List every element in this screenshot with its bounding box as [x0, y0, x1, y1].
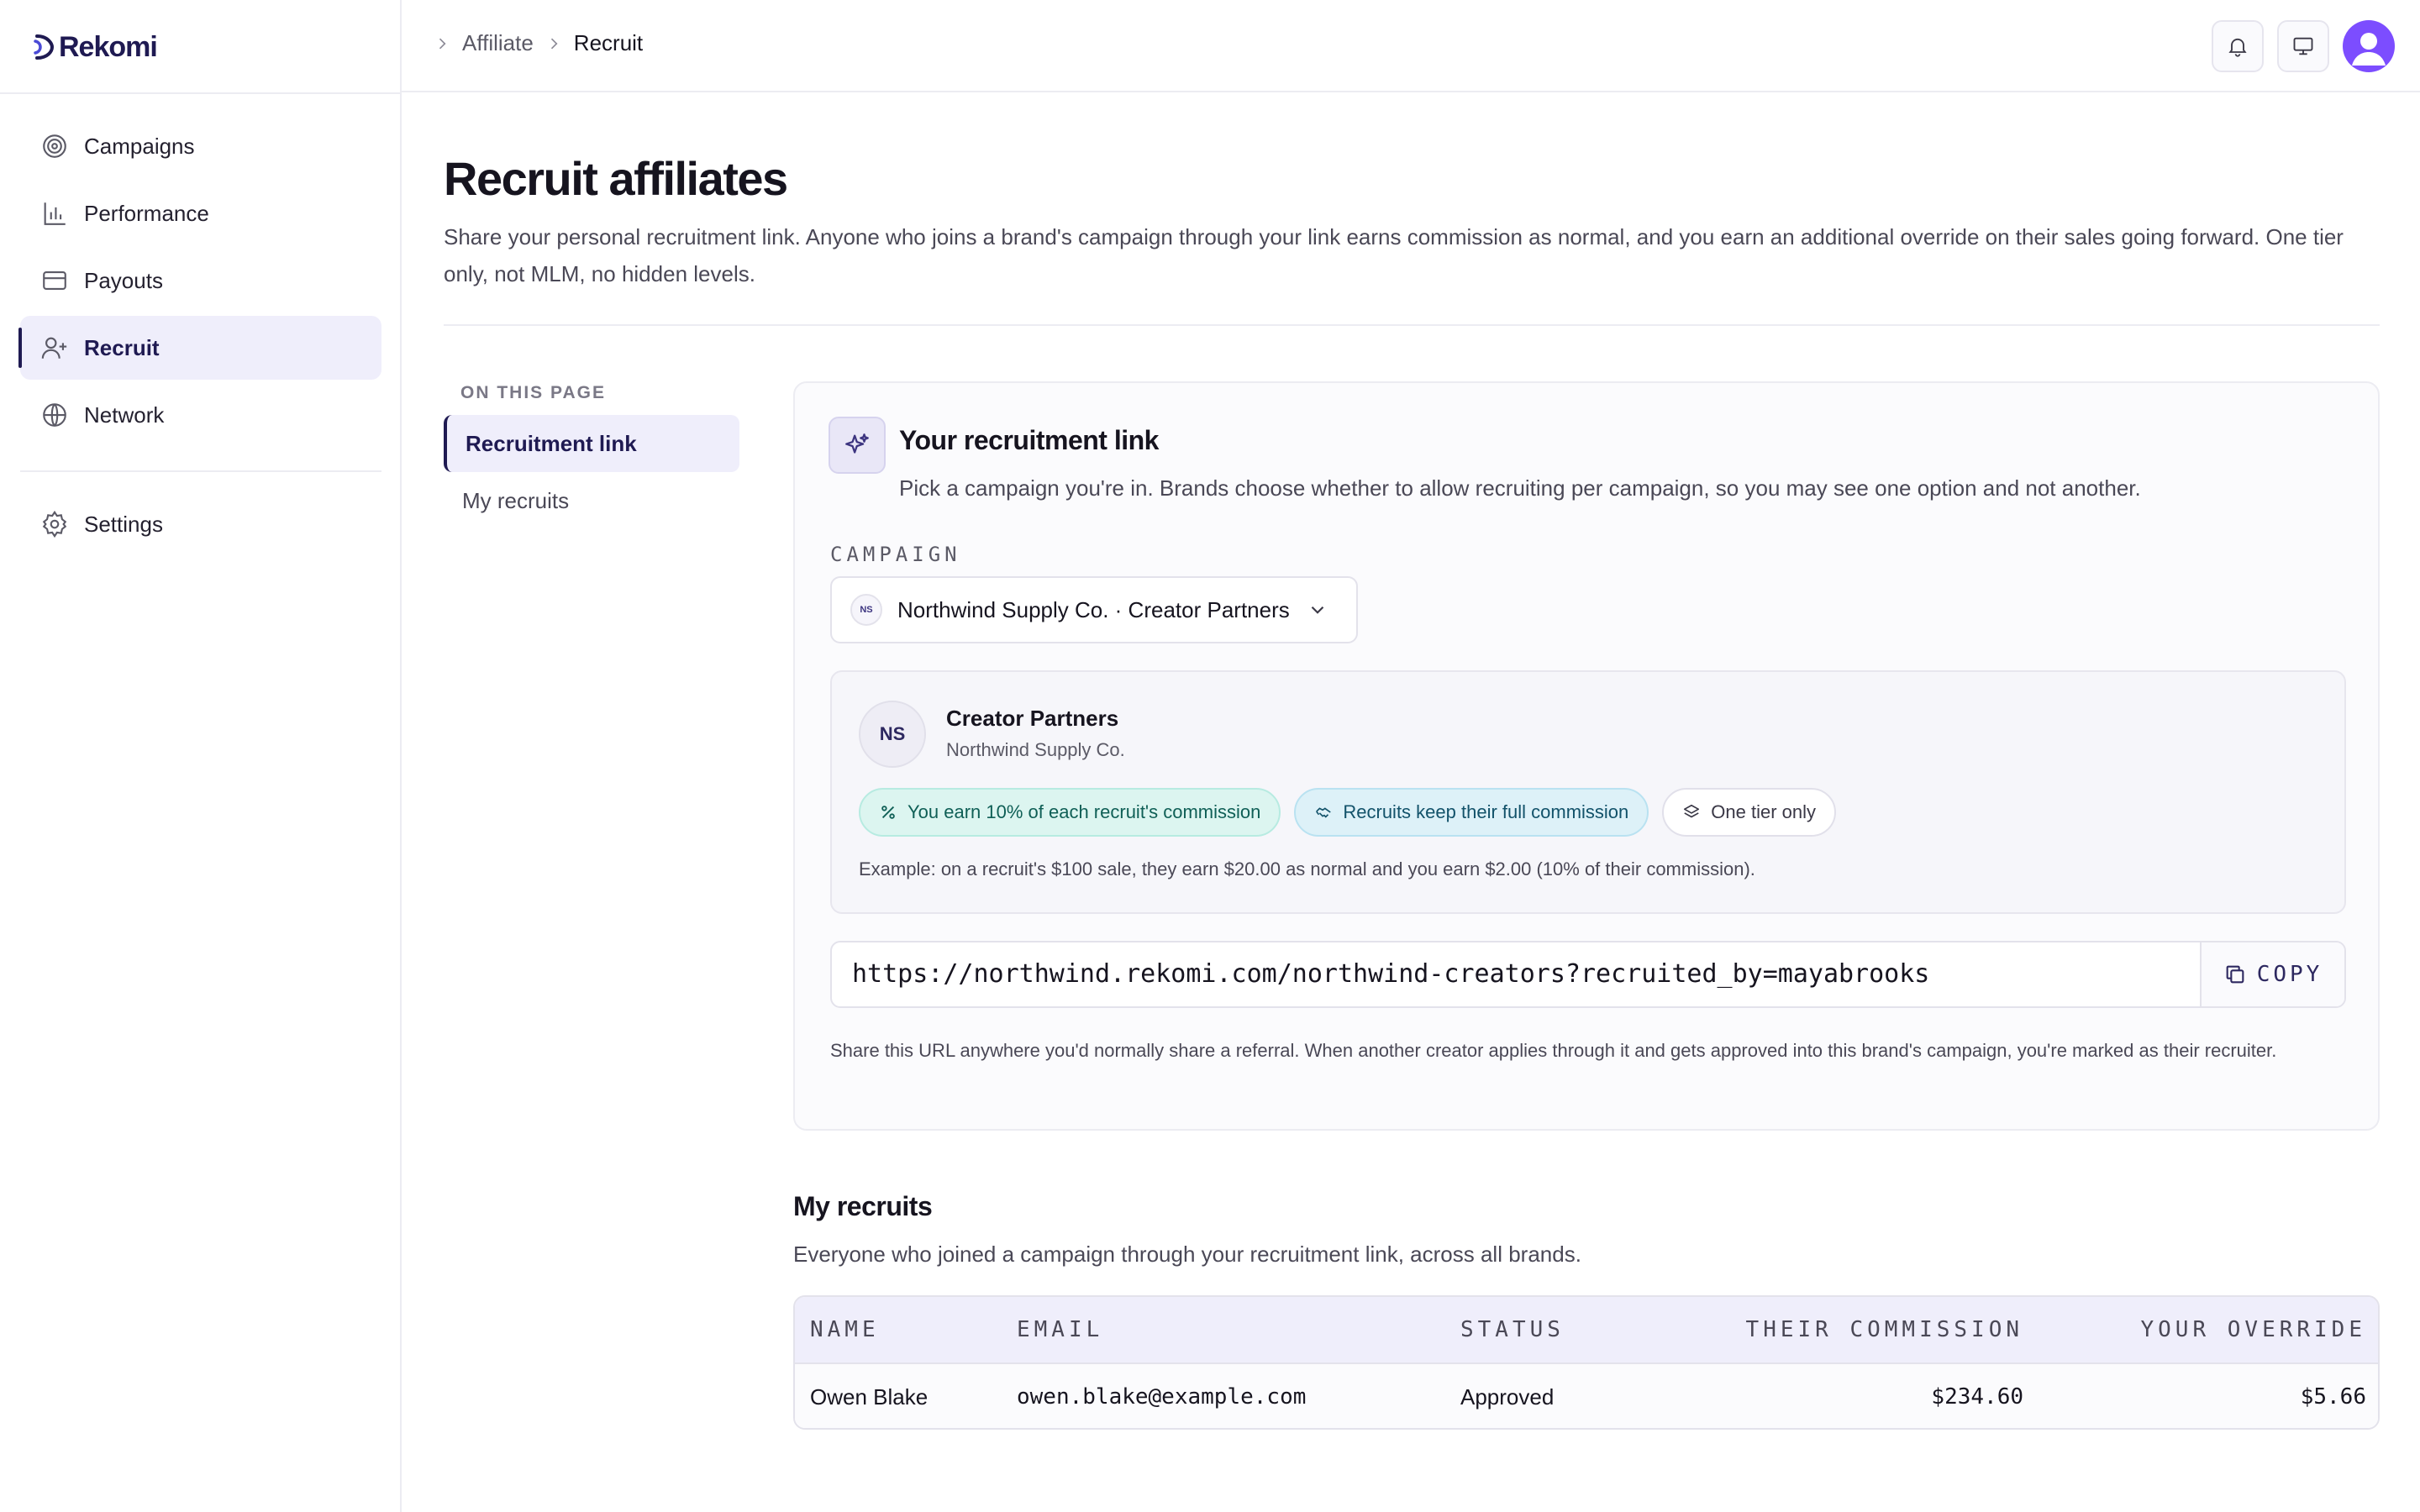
bar-chart-icon — [44, 202, 66, 225]
table-row[interactable]: Owen Blake owen.blake@example.com Approv… — [795, 1364, 2378, 1428]
recruit-status: Approved — [1460, 1384, 1555, 1410]
campaign-label: CAMPAIGN — [830, 543, 961, 566]
sparkle-badge — [829, 417, 886, 474]
layers-icon — [1684, 804, 1700, 818]
header-divider — [444, 324, 2380, 326]
campaign-name: Creator Partners — [946, 706, 1119, 731]
copy-button-label: COPY — [2256, 962, 2323, 987]
gear-icon — [42, 510, 67, 538]
user-icon — [2352, 33, 2386, 66]
breadcrumb: Affiliate Recruit — [434, 30, 643, 56]
sidebar-item-campaigns[interactable]: Campaigns — [20, 114, 381, 178]
recruit-your-override: $5.66 — [2300, 1384, 2366, 1410]
handshake-icon — [1316, 807, 1332, 818]
sidebar-divider — [0, 92, 402, 94]
recruit-their-commission: $234.60 — [1931, 1384, 2023, 1410]
topbar: Affiliate Recruit — [402, 0, 2420, 92]
sidebar-item-performance[interactable]: Performance — [20, 181, 381, 245]
notifications-button[interactable] — [2212, 20, 2264, 72]
sidebar-separator — [20, 470, 381, 472]
bell-icon — [2228, 38, 2247, 57]
recruitment-link-title: Your recruitment link — [899, 425, 1159, 455]
toc-heading: ON THIS PAGE — [460, 383, 606, 402]
recruits-table: NAME EMAIL STATUS THEIR COMMISSION YOUR … — [793, 1295, 2380, 1430]
campaign-brand: Northwind Supply Co. — [946, 739, 1125, 760]
recruitment-url[interactable]: https://northwind.rekomi.com/northwind-c… — [852, 942, 1929, 1006]
campaign-avatar: NS — [850, 594, 882, 626]
override-rate-badge: You earn 10% of each recruit's commissio… — [859, 788, 1281, 837]
toc-item-my-recruits[interactable]: My recruits — [444, 472, 739, 529]
pill-label: One tier only — [1711, 801, 1817, 822]
sidebar: Rekomi Campaigns Performance Payouts Rec… — [0, 0, 402, 1512]
sidebar-item-settings[interactable]: Settings — [20, 492, 381, 556]
globe-icon — [43, 403, 66, 427]
column-header-their-commission[interactable]: THEIR COMMISSION — [1746, 1297, 2023, 1362]
recruitment-url-help: Share this URL anywhere you'd normally s… — [830, 1040, 2277, 1061]
column-header-status[interactable]: STATUS — [1460, 1297, 1565, 1362]
page-intro: Share your personal recruitment link. An… — [444, 224, 2344, 286]
sparkle-icon — [845, 433, 869, 454]
breadcrumb-recruit: Recruit — [573, 30, 644, 55]
rekomi-logo-icon — [34, 34, 55, 60]
sidebar-item-payouts[interactable]: Payouts — [20, 249, 381, 312]
on-this-page-nav: ON THIS PAGE Recruitment link My recruit… — [444, 383, 739, 529]
column-header-email[interactable]: EMAIL — [1017, 1297, 1103, 1362]
recruitment-link-card: Your recruitment link Pick a campaign yo… — [793, 381, 2380, 1131]
sidebar-item-recruit[interactable]: Recruit — [18, 316, 381, 380]
sidebar-nav: Campaigns Performance Payouts Recruit Ne… — [18, 114, 381, 559]
sidebar-item-label: Network — [84, 402, 165, 428]
recruitment-url-field[interactable]: https://northwind.rekomi.com/northwind-c… — [830, 941, 2346, 1008]
recruitment-link-description: Pick a campaign you're in. Brands choose… — [899, 475, 2141, 501]
column-header-name[interactable]: NAME — [810, 1297, 880, 1362]
full-commission-badge: Recruits keep their full commission — [1294, 788, 1649, 837]
chevron-right-icon — [550, 38, 558, 49]
one-tier-badge: One tier only — [1662, 788, 1837, 837]
breadcrumb-affiliate[interactable]: Affiliate — [462, 30, 534, 56]
chevron-down-icon — [1311, 606, 1324, 614]
pill-label: Recruits keep their full commission — [1343, 801, 1629, 822]
sidebar-item-network[interactable]: Network — [20, 383, 381, 447]
app-logo[interactable]: Rekomi — [30, 29, 158, 66]
campaign-select[interactable]: NS Northwind Supply Co. · Creator Partne… — [830, 576, 1358, 643]
pill-label: You earn 10% of each recruit's commissio… — [908, 801, 1261, 822]
table-header: NAME EMAIL STATUS THEIR COMMISSION YOUR … — [795, 1297, 2378, 1364]
toc-item-recruitment-link[interactable]: Recruitment link — [444, 415, 739, 472]
campaign-select-value: Northwind Supply Co. · Creator Partners — [897, 596, 1290, 622]
monitor-icon — [2293, 37, 2313, 55]
user-avatar[interactable] — [2343, 20, 2395, 72]
chevron-right-icon — [439, 38, 446, 49]
commission-example: Example: on a recruit's $100 sale, they … — [859, 858, 1755, 879]
copy-button[interactable]: COPY — [2200, 942, 2344, 1006]
copy-icon — [2226, 965, 2244, 984]
target-icon — [43, 134, 66, 158]
terms-pills: You earn 10% of each recruit's commissio… — [859, 788, 1837, 837]
sidebar-item-label: Payouts — [84, 267, 163, 293]
recruit-email: owen.blake@example.com — [1017, 1384, 1307, 1410]
column-header-your-override[interactable]: YOUR OVERRIDE — [2141, 1297, 2367, 1362]
sidebar-item-label: Campaigns — [84, 133, 195, 159]
sidebar-item-label: Settings — [84, 511, 163, 537]
top-actions — [2212, 20, 2395, 72]
app-name: Rekomi — [59, 30, 158, 63]
credit-card-icon — [43, 271, 66, 290]
my-recruits-description: Everyone who joined a campaign through y… — [793, 1242, 1581, 1267]
campaign-info-panel: NS Creator Partners Northwind Supply Co.… — [830, 670, 2346, 914]
sidebar-item-label: Performance — [84, 200, 209, 226]
sidebar-item-label: Recruit — [84, 334, 160, 360]
my-recruits-title: My recruits — [793, 1191, 933, 1221]
display-button[interactable] — [2277, 20, 2329, 72]
recruit-name: Owen Blake — [810, 1384, 929, 1410]
page-title: Recruit affiliates — [444, 152, 788, 205]
percent-icon — [881, 806, 895, 819]
campaign-info-avatar: NS — [859, 701, 926, 768]
user-plus-icon — [41, 337, 67, 359]
